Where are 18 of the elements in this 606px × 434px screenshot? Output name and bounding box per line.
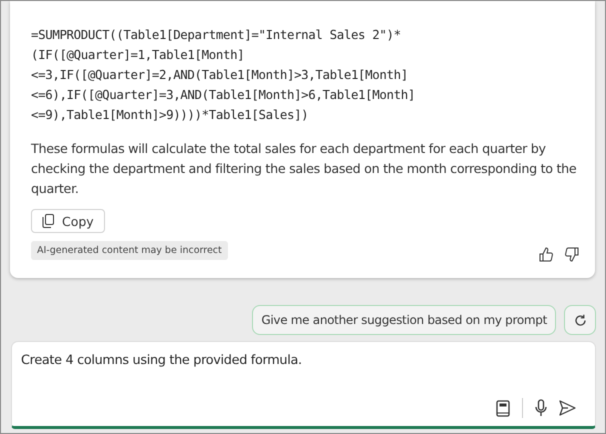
suggestion-chip[interactable]: Give me another suggestion based on my prompt — [252, 305, 556, 335]
response-text: These formulas will calculate the total sales for each department for each quarter by checking the department and filtering the sales based on the month corresponding to the quarter. — [31, 140, 578, 198]
send-icon[interactable] — [559, 400, 576, 416]
prompt-input[interactable]: Create 4 columns using the provided formula. — [11, 341, 596, 429]
thumbs-down-icon[interactable] — [565, 247, 579, 262]
refresh-icon — [574, 314, 586, 326]
formula-line: =SUMPRODUCT((Table1[Department]="Internal Sales 2")* — [31, 26, 402, 44]
disclaimer-badge: AI-generated content may be incorrect — [31, 241, 228, 260]
copy-button[interactable]: Copy — [31, 209, 105, 233]
book-icon[interactable] — [496, 400, 510, 416]
formula-line: (IF([@Quarter]=1,Table1[Month] — [31, 46, 246, 64]
refresh-button[interactable] — [564, 305, 596, 335]
thumbs-up-icon[interactable] — [539, 247, 553, 262]
microphone-icon[interactable] — [535, 399, 547, 417]
copy-icon — [42, 214, 55, 228]
formula-line: <=3,IF([@Quarter]=2,AND(Table1[Month]>3,Table1[Month] — [31, 66, 409, 84]
formula-line: <=6),IF([@Quarter]=3,AND(Table1[Month]>6,Table1[Month] — [31, 86, 416, 104]
formula-line: <=9),Table1[Month]>9))))*Table1[Sales]) — [31, 106, 310, 124]
